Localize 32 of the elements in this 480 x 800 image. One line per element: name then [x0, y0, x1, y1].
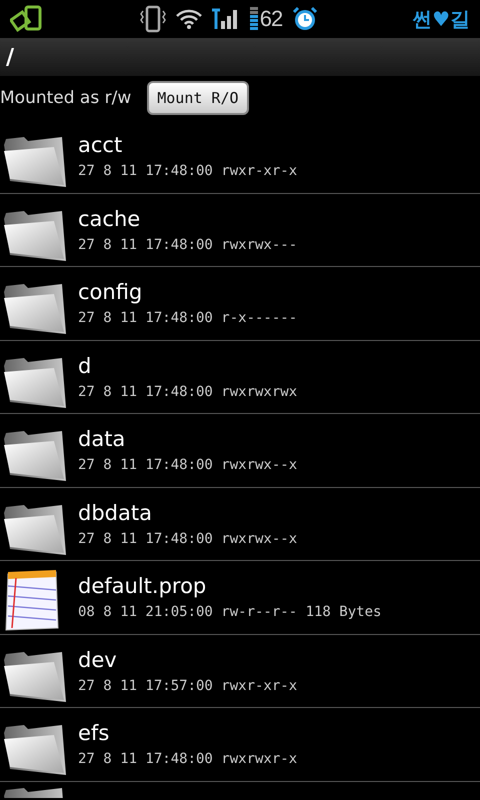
file-row[interactable]: cache 27 8 11 17:48:00 rwxrwx--- — [0, 194, 480, 267]
file-name: d — [78, 354, 92, 378]
file-row[interactable]: acct 27 8 11 17:48:00 rwxr-xr-x — [0, 120, 480, 194]
file-details: 27 8 11 17:57:00 rwxr-xr-x — [78, 678, 298, 694]
mount-button[interactable]: Mount R/O — [147, 81, 249, 115]
file-name: data — [78, 427, 126, 452]
current-path: / — [6, 44, 14, 70]
file-details: 27 8 11 17:48:00 rwxr-xr-x — [78, 163, 298, 180]
file-row[interactable]: default.prop 08 8 11 21:05:00 rw-r--r-- 118 Bytes — [0, 561, 480, 634]
file-details: 27 8 11 17:48:00 rwxrwxrwx — [78, 384, 298, 400]
mount-status: Mounted as r/w — [0, 88, 132, 108]
battery-level: 62 — [260, 6, 282, 32]
file-name: cache — [78, 206, 140, 231]
file-details: 27 8 11 17:48:00 rwxrwx--x — [78, 457, 298, 474]
file-name: default.prop — [78, 574, 206, 598]
file-name: config — [78, 280, 142, 304]
file-row[interactable]: dbdata 27 8 11 17:48:00 rwxrwx--x — [0, 488, 480, 561]
file-details: 27 8 11 17:48:00 rwxrwx--- — [78, 236, 298, 253]
file-details: 27 8 11 17:48:00 rwxrwxr-x — [78, 751, 298, 768]
file-name: dbdata — [78, 500, 152, 525]
file-name: acct — [78, 133, 122, 158]
file-row[interactable]: data 27 8 11 17:48:00 rwxrwx--x — [0, 414, 480, 488]
file-row[interactable]: config 27 8 11 17:48:00 r-x------ — [0, 267, 480, 340]
file-name: efs — [78, 721, 110, 746]
carrier-name: 썬♥길 — [412, 6, 470, 32]
file-row[interactable]: d 27 8 11 17:48:00 rwxrwxrwx — [0, 340, 480, 414]
file-details: 27 8 11 17:48:00 r-x------ — [78, 310, 298, 326]
file-name: dev — [78, 648, 117, 672]
file-row[interactable]: dev 27 8 11 17:57:00 rwxr-xr-x — [0, 634, 480, 708]
file-row[interactable]: efs 27 8 11 17:48:00 rwxrwxr-x — [0, 708, 480, 782]
file-details: 27 8 11 17:48:00 rwxrwx--x — [78, 530, 298, 547]
file-details: 08 8 11 21:05:00 rw-r--r-- 118 Bytes — [78, 604, 382, 620]
